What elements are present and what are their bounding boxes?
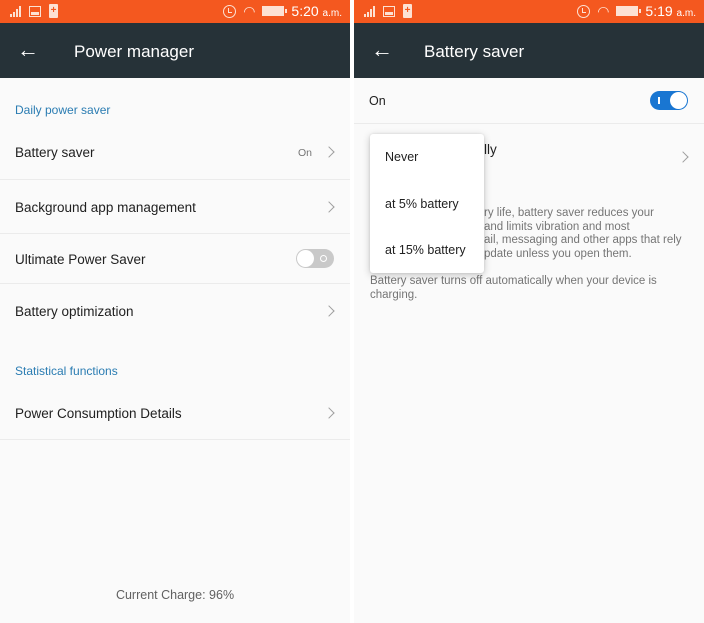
- toggle-off-indicator-icon: [320, 255, 327, 262]
- status-value: On: [297, 147, 312, 159]
- app-bar: ← Battery saver: [354, 23, 704, 78]
- clock: 5:19 a.m.: [645, 3, 696, 19]
- row-label-partial: lly: [484, 142, 497, 157]
- current-charge-text: Current Charge: 96%: [115, 588, 235, 602]
- toggle-on-indicator-icon: [658, 97, 660, 104]
- row-background-app-management[interactable]: Background app management: [0, 180, 350, 234]
- status-bar: + ◠ 5:19 a.m.: [354, 0, 704, 23]
- image-notification-icon: [29, 5, 41, 17]
- section-header-daily-power-saver: Daily power saver: [15, 103, 111, 117]
- auto-off-description: Battery saver turns off automatically wh…: [370, 275, 657, 301]
- signal-icon: [364, 5, 375, 17]
- row-battery-optimization[interactable]: Battery optimization: [0, 284, 350, 338]
- toggle-knob: [297, 250, 314, 267]
- row-master-switch[interactable]: On: [354, 78, 704, 124]
- app-bar: ← Power manager: [0, 23, 350, 78]
- row-battery-saver[interactable]: Battery saver On: [0, 126, 350, 180]
- battery-icon: [616, 6, 642, 16]
- chevron-right-icon: [323, 407, 335, 419]
- wifi-icon: ◠: [243, 3, 256, 19]
- back-arrow-icon[interactable]: ←: [371, 39, 393, 61]
- master-switch-label: On: [369, 94, 386, 108]
- charging-icon: +: [49, 4, 58, 18]
- row-label: Ultimate Power Saver: [15, 252, 146, 267]
- description-partial: ry life, battery saver reduces your and …: [484, 207, 694, 261]
- turn-on-threshold-menu: Never at 5% battery at 15% battery: [370, 134, 484, 273]
- row-label: Battery optimization: [15, 304, 134, 319]
- description-line: ail, messaging and other apps that rely: [484, 234, 682, 246]
- description-line: ry life, battery saver reduces your: [484, 207, 655, 219]
- status-bar: + ◠ 5:20 a.m.: [0, 0, 350, 23]
- power-manager-screen: + ◠ 5:20 a.m. ← Power manager Daily powe…: [0, 0, 350, 623]
- section-header-statistical-functions: Statistical functions: [15, 364, 118, 378]
- battery-icon: [262, 6, 288, 16]
- page-title: Battery saver: [424, 42, 525, 61]
- chevron-right-icon: [323, 201, 335, 213]
- wifi-icon: ◠: [597, 3, 610, 19]
- menu-option-5-percent[interactable]: at 5% battery: [385, 197, 459, 211]
- row-label: Battery saver: [15, 145, 95, 160]
- chevron-right-icon: [677, 151, 689, 163]
- alarm-icon: [577, 4, 591, 18]
- description-line: and limits vibration and most: [484, 220, 630, 233]
- menu-option-15-percent[interactable]: at 15% battery: [385, 243, 466, 257]
- signal-icon: [10, 5, 21, 17]
- image-notification-icon: [383, 5, 395, 17]
- battery-saver-toggle[interactable]: [650, 91, 688, 110]
- row-power-consumption-details[interactable]: Power Consumption Details: [0, 386, 350, 440]
- row-label: Power Consumption Details: [15, 406, 182, 421]
- description-line: pdate unless you open them.: [484, 247, 632, 260]
- page-title: Power manager: [74, 42, 195, 61]
- battery-saver-screen: + ◠ 5:19 a.m. ← Battery saver On lly ry …: [354, 0, 704, 623]
- ultimate-power-saver-toggle[interactable]: [296, 249, 334, 268]
- charging-icon: +: [403, 4, 412, 18]
- alarm-icon: [223, 4, 237, 18]
- menu-option-never[interactable]: Never: [385, 150, 418, 164]
- chevron-right-icon: [323, 146, 335, 158]
- row-label: Background app management: [15, 200, 196, 215]
- back-arrow-icon[interactable]: ←: [17, 39, 39, 61]
- toggle-knob: [670, 92, 687, 109]
- chevron-right-icon: [323, 305, 335, 317]
- clock: 5:20 a.m.: [291, 3, 342, 19]
- row-ultimate-power-saver[interactable]: Ultimate Power Saver: [0, 234, 350, 284]
